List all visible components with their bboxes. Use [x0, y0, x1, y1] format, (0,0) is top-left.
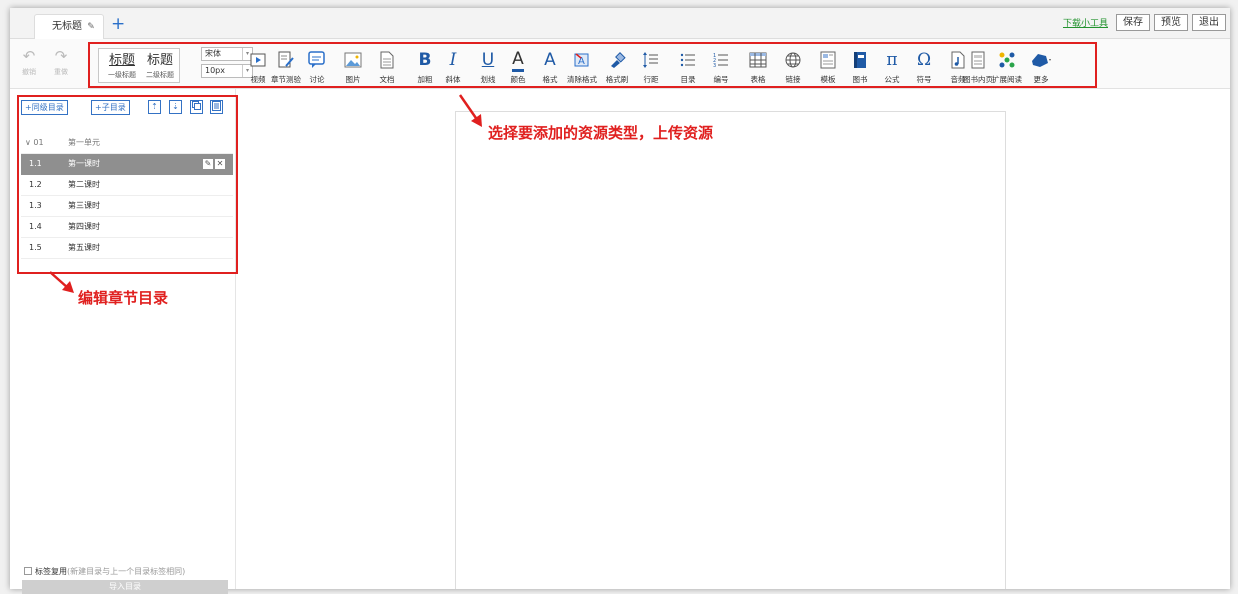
editor-window: 无标题 ✎ + 下载小工具 保存 预览 退出 ↶ 撤销 ↷ 重做 标题 一级标题: [10, 8, 1230, 594]
annotation-arrows: [49, 94, 482, 293]
sidebar-annotation: 编辑章节目录: [78, 289, 169, 307]
toolbar-arrow: [458, 94, 480, 122]
toolbar-annotation: 选择要添加的资源类型，上传资源: [488, 124, 714, 142]
toolbar-arrowhead: [471, 114, 482, 127]
sidebar-arrow: [49, 271, 69, 289]
